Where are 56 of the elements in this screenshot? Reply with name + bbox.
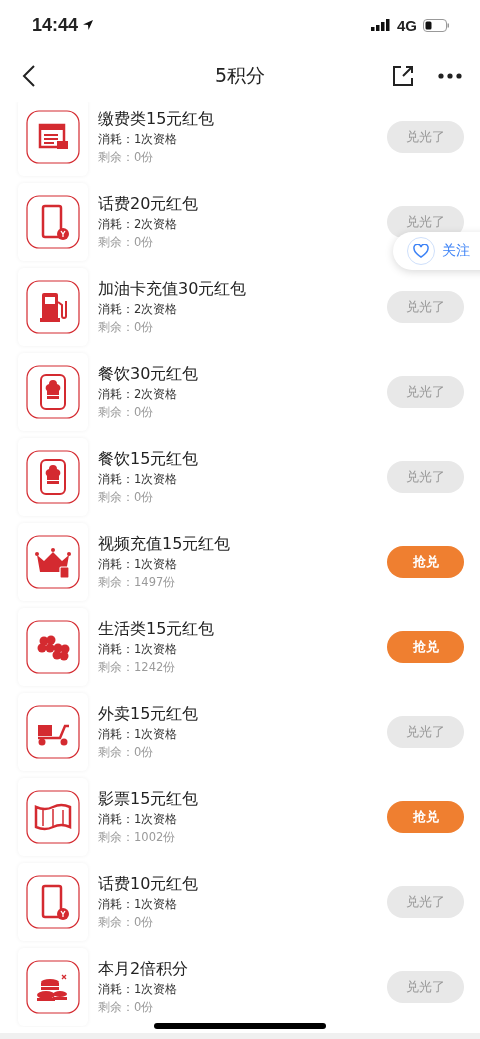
item-cost: 消耗：2次资格 <box>98 301 179 317</box>
food-icon <box>26 449 80 504</box>
item-cost: 消耗：2次资格 <box>98 386 179 402</box>
item-remaining: 剩余：0份 <box>98 404 155 420</box>
item-title: 餐饮30元红包 <box>98 363 200 384</box>
item-title: 本月2倍积分 <box>98 958 190 979</box>
item-title: 缴费类15元红包 <box>98 108 216 129</box>
item-remaining: 剩余：1242份 <box>98 659 177 675</box>
network-label: 4G <box>397 16 417 34</box>
item-cost: 消耗：1次资格 <box>98 811 179 827</box>
calendar-icon <box>26 109 80 164</box>
item-remaining: 剩余：1002份 <box>98 829 177 845</box>
phone-icon <box>26 194 80 249</box>
item-remaining: 剩余：0份 <box>98 319 155 335</box>
back-icon[interactable] <box>22 64 36 88</box>
item-title: 外卖15元红包 <box>98 703 200 724</box>
item-cost: 消耗：1次资格 <box>98 641 179 657</box>
item-remaining: 剩余：0份 <box>98 999 155 1015</box>
item-cost: 消耗：1次资格 <box>98 131 179 147</box>
page-title: 5积分 <box>214 64 266 86</box>
film-icon <box>26 789 80 844</box>
status-time: 14:44 <box>32 14 79 36</box>
item-remaining: 剩余：0份 <box>98 234 155 250</box>
redeem-button[interactable]: 抢兑 <box>387 800 464 833</box>
item-title: 话费20元红包 <box>98 193 200 214</box>
item-title: 影票15元红包 <box>98 788 200 809</box>
signal-icon <box>371 19 391 31</box>
item-remaining: 剩余：0份 <box>98 149 155 165</box>
item-cost: 消耗：1次资格 <box>98 896 179 912</box>
item-title: 视频充值15元红包 <box>98 533 232 554</box>
food-icon <box>26 364 80 419</box>
item-title: 话费10元红包 <box>98 873 200 894</box>
more-icon[interactable] <box>438 73 462 79</box>
item-title: 餐饮15元红包 <box>98 448 200 469</box>
battery-icon <box>423 18 450 32</box>
phone-icon <box>26 874 80 929</box>
share-icon[interactable] <box>392 65 414 87</box>
redeem-button[interactable]: 抢兑 <box>387 630 464 663</box>
item-remaining: 剩余：0份 <box>98 744 155 760</box>
item-cost: 消耗：1次资格 <box>98 981 179 997</box>
item-cost: 消耗：1次资格 <box>98 726 179 742</box>
item-title: 生活类15元红包 <box>98 618 216 639</box>
item-remaining: 剩余：1497份 <box>98 574 177 590</box>
item-title: 加油卡充值30元红包 <box>98 278 248 299</box>
item-remaining: 剩余：0份 <box>98 914 155 930</box>
item-cost: 消耗：1次资格 <box>98 471 179 487</box>
fuel-icon <box>26 279 80 334</box>
crown-icon <box>26 534 80 589</box>
follow-button[interactable]: 关注 <box>393 232 480 270</box>
location-icon <box>82 19 95 31</box>
item-remaining: 剩余：0份 <box>98 489 155 505</box>
flower-icon <box>26 619 80 674</box>
heart-icon <box>413 244 429 258</box>
item-cost: 消耗：1次资格 <box>98 556 179 572</box>
item-cost: 消耗：2次资格 <box>98 216 179 232</box>
redeem-button[interactable]: 抢兑 <box>387 545 464 578</box>
